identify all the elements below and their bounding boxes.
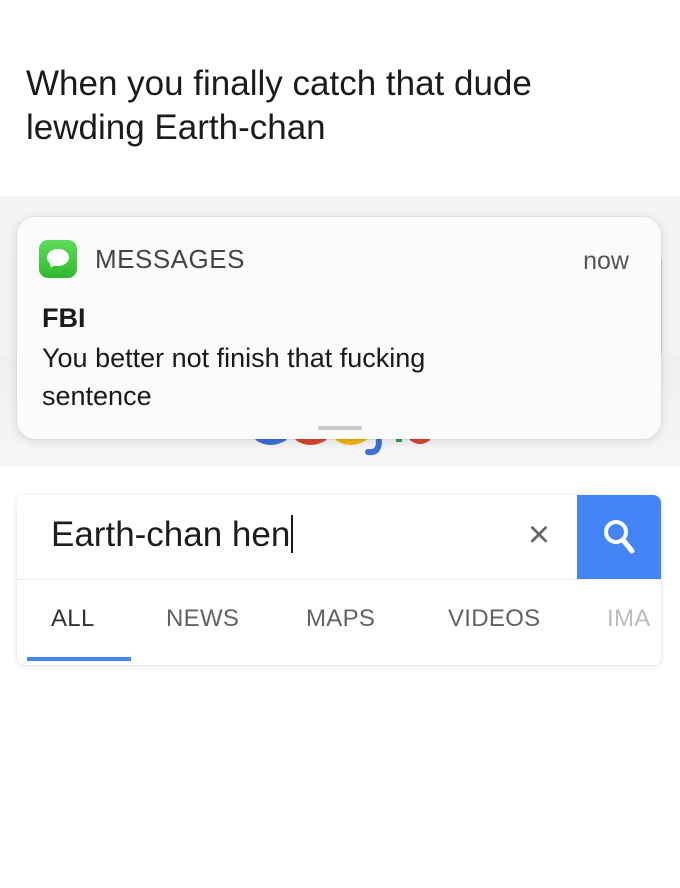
- meme-caption: When you finally catch that dude lewding…: [26, 62, 646, 150]
- messages-icon: [39, 240, 77, 278]
- search-input[interactable]: Earth-chan hen: [51, 515, 294, 555]
- meme-page: When you finally catch that dude lewding…: [0, 0, 680, 888]
- close-icon[interactable]: ×: [517, 513, 561, 557]
- search-panel: Earth-chan hen × ALL NEWS MAPS VIDEOS IM…: [17, 495, 661, 665]
- active-tab-indicator: [27, 657, 131, 661]
- notification-message: You better not finish that fucking sente…: [42, 339, 582, 415]
- notification-time: now: [583, 247, 629, 275]
- caption-line-1: When you finally catch that dude: [26, 64, 532, 103]
- caption-line-2: lewding Earth-chan: [26, 108, 326, 147]
- background-edge-right: [660, 258, 680, 354]
- search-tabs: ALL NEWS MAPS VIDEOS IMA: [17, 579, 661, 665]
- notification-message-line-1: You better not finish that fucking: [42, 343, 426, 373]
- search-query-text: Earth-chan hen: [51, 515, 291, 554]
- search-bar: Earth-chan hen ×: [17, 495, 661, 580]
- messages-notification[interactable]: MESSAGES now FBI You better not finish t…: [17, 217, 661, 439]
- notification-message-line-2: sentence: [42, 381, 152, 411]
- notification-grabber[interactable]: [318, 426, 362, 430]
- search-button[interactable]: [577, 495, 661, 579]
- tab-videos[interactable]: VIDEOS: [448, 605, 541, 633]
- notification-sender: FBI: [42, 303, 86, 333]
- text-cursor: [291, 515, 294, 553]
- tab-images[interactable]: IMA: [607, 605, 651, 633]
- tab-news[interactable]: NEWS: [166, 605, 239, 633]
- search-icon: [604, 520, 635, 554]
- notification-app-name: MESSAGES: [95, 244, 245, 274]
- tab-maps[interactable]: MAPS: [306, 605, 375, 633]
- tab-all[interactable]: ALL: [51, 605, 95, 633]
